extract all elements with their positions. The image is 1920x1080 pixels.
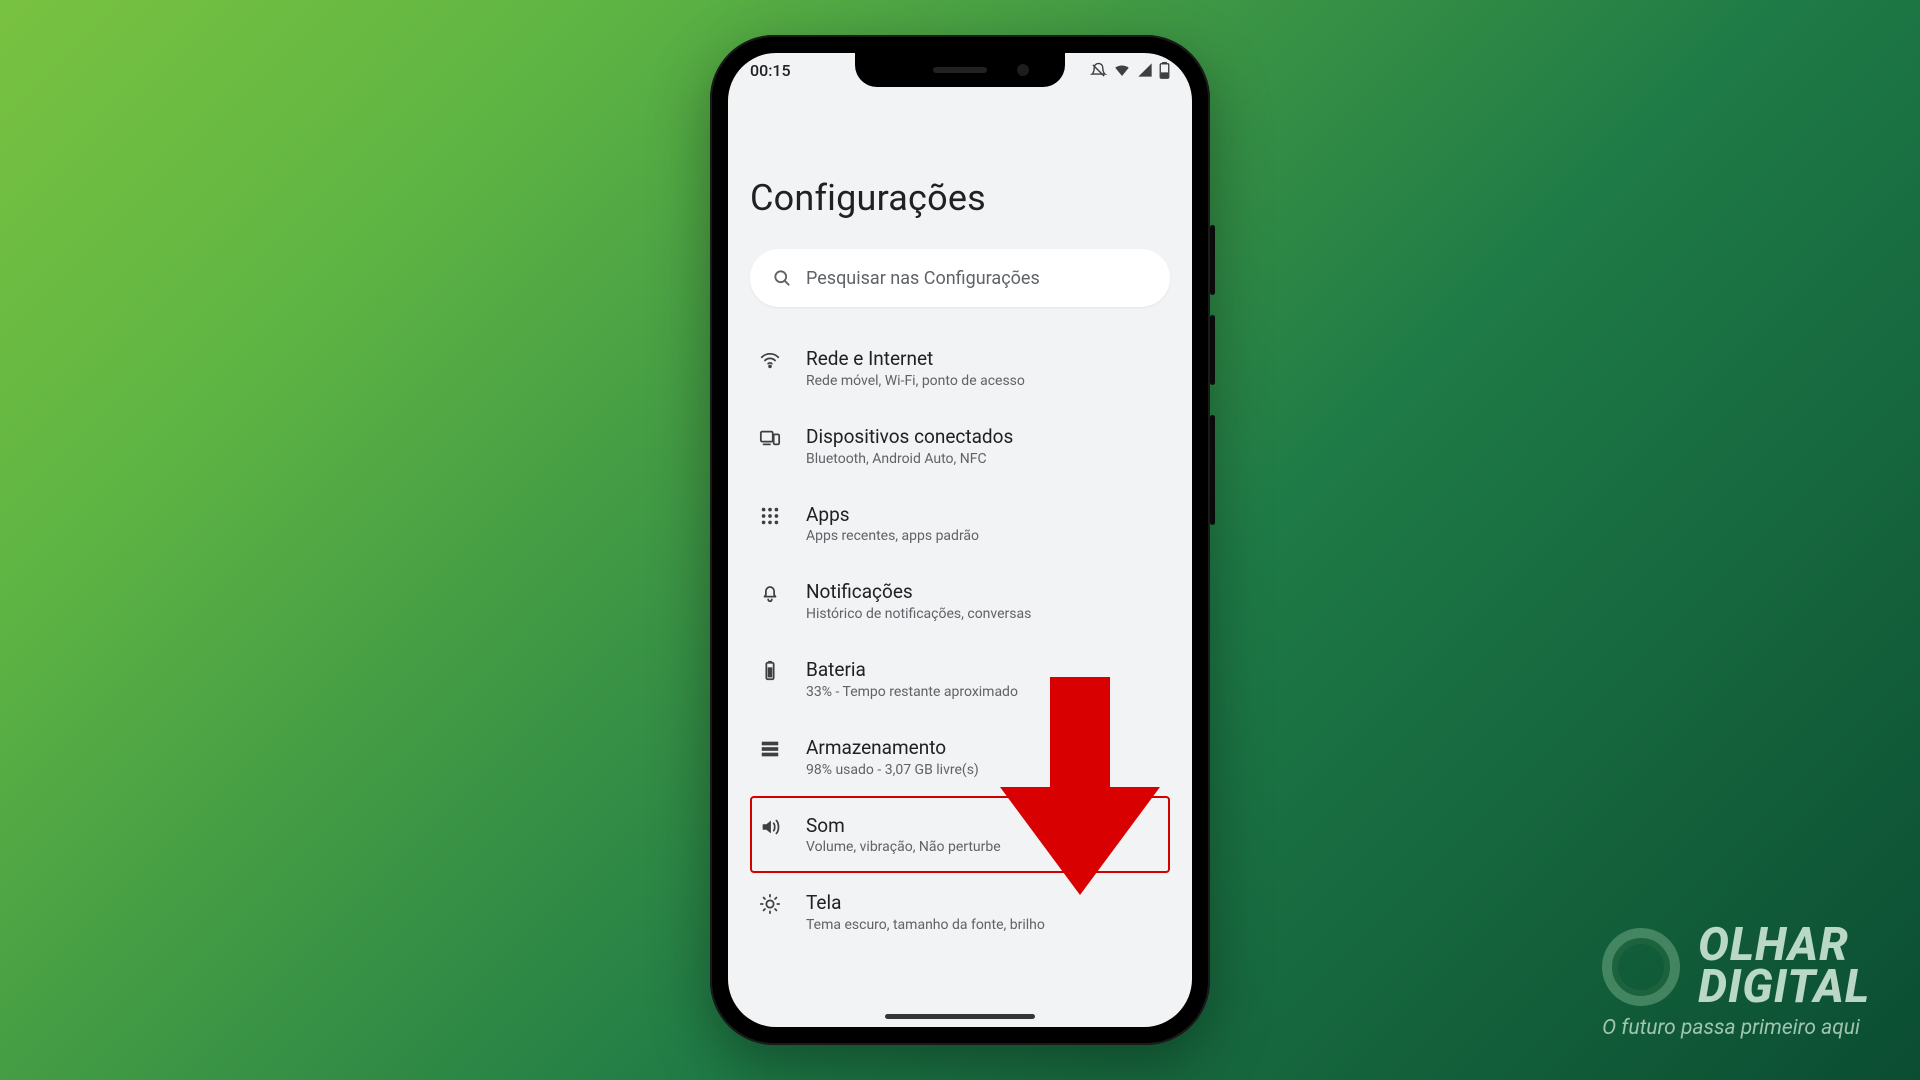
- settings-item-title: Dispositivos conectados: [806, 425, 1013, 449]
- signal-icon: [1137, 62, 1153, 78]
- battery-status-icon: [1159, 62, 1170, 79]
- storage-icon: [756, 736, 784, 760]
- settings-item-sound[interactable]: SomVolume, vibração, Não perturbe: [750, 796, 1170, 874]
- status-time: 00:15: [750, 61, 791, 80]
- search-icon: [772, 268, 792, 288]
- settings-item-title: Rede e Internet: [806, 347, 1025, 371]
- settings-item-subtitle: Tema escuro, tamanho da fonte, brilho: [806, 917, 1045, 933]
- phone-mockup: 00:15 Configurações Pesquisar nas Config…: [710, 35, 1210, 1045]
- settings-item-title: Tela: [806, 891, 1045, 915]
- watermark-tagline: O futuro passa primeiro aqui: [1602, 1016, 1870, 1040]
- phone-screen: 00:15 Configurações Pesquisar nas Config…: [728, 53, 1192, 1027]
- background: 00:15 Configurações Pesquisar nas Config…: [0, 0, 1920, 1080]
- volume-up-button: [1210, 225, 1215, 295]
- settings-item-subtitle: 33% - Tempo restante aproximado: [806, 684, 1018, 700]
- apps-icon: [756, 503, 784, 527]
- settings-item-title: Notificações: [806, 580, 1031, 604]
- wifi-icon: [756, 347, 784, 371]
- settings-item-devices[interactable]: Dispositivos conectados Bluetooth, Androi…: [750, 407, 1170, 485]
- search-placeholder: Pesquisar nas Configurações: [806, 268, 1040, 289]
- settings-item-display[interactable]: Tela Tema escuro, tamanho da fonte, brilh…: [750, 873, 1170, 951]
- dnd-off-icon: [1090, 62, 1107, 79]
- volume-down-button: [1210, 315, 1215, 385]
- battery-icon: [756, 658, 784, 682]
- phone-notch: [855, 53, 1065, 87]
- watermark-line2: DIGITAL: [1698, 967, 1870, 1008]
- settings-item-subtitle: Histórico de notificações, conversas: [806, 606, 1031, 622]
- search-input[interactable]: Pesquisar nas Configurações: [750, 249, 1170, 307]
- settings-item-apps[interactable]: AppsApps recentes, apps padrão: [750, 485, 1170, 563]
- devices-icon: [756, 425, 784, 449]
- watermark: OLHAR DIGITAL O futuro passa primeiro aq…: [1602, 925, 1870, 1040]
- wifi-status-icon: [1113, 61, 1131, 79]
- settings-item-storage[interactable]: Armazenamento 98% usado - 3,07 GB livre(s…: [750, 718, 1170, 796]
- watermark-logo-icon: [1602, 928, 1680, 1006]
- settings-item-subtitle: Apps recentes, apps padrão: [806, 528, 979, 544]
- settings-item-subtitle: 98% usado - 3,07 GB livre(s): [806, 762, 979, 778]
- sound-icon: [756, 814, 784, 838]
- settings-item-title: Apps: [806, 503, 979, 527]
- settings-item-subtitle: Rede móvel, Wi-Fi, ponto de acesso: [806, 373, 1025, 389]
- settings-item-subtitle: Bluetooth, Android Auto, NFC: [806, 451, 1013, 467]
- settings-item-battery[interactable]: Bateria 33% - Tempo restante aproximado: [750, 640, 1170, 718]
- settings-item-title: Som: [806, 814, 1001, 838]
- settings-list: Rede e Internet Rede móvel, Wi-Fi, ponto …: [750, 329, 1170, 951]
- settings-item-title: Bateria: [806, 658, 1018, 682]
- settings-item-notif[interactable]: Notificações Histórico de notificações, c…: [750, 562, 1170, 640]
- settings-item-title: Armazenamento: [806, 736, 979, 760]
- bell-icon: [756, 580, 784, 604]
- page-title: Configurações: [750, 177, 1170, 219]
- home-indicator: [885, 1014, 1035, 1019]
- display-icon: [756, 891, 784, 915]
- status-icons: [1090, 61, 1170, 79]
- settings-item-subtitle: Volume, vibração, Não perturbe: [806, 839, 1001, 855]
- settings-item-network[interactable]: Rede e Internet Rede móvel, Wi-Fi, ponto …: [750, 329, 1170, 407]
- power-button: [1210, 415, 1215, 525]
